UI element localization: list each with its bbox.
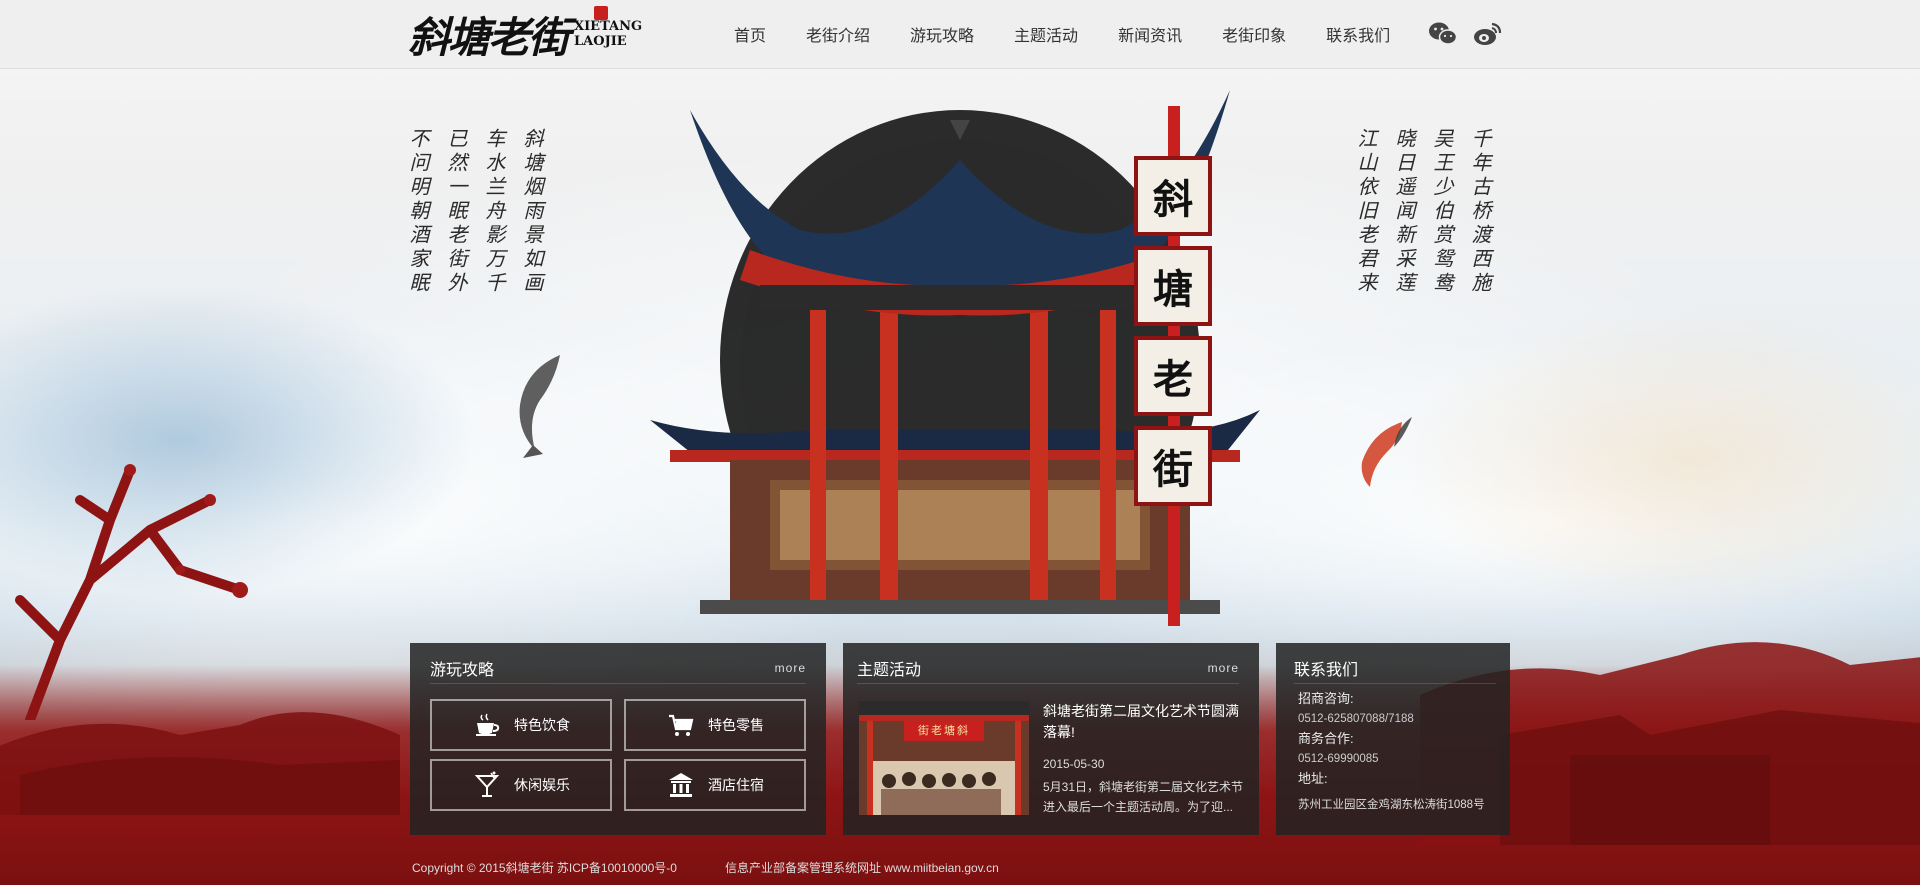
nav-item-impressions[interactable]: 老街印象 <box>1222 22 1286 46</box>
panel-header: 游玩攻略 more <box>430 653 806 684</box>
guide-panel: 游玩攻略 more 特色饮食 特色零售 休闲娱乐 酒店住宿 <box>410 643 826 835</box>
tile-food[interactable]: 特色饮食 <box>430 699 612 751</box>
street-sign-post: 斜 塘 老 街 <box>1134 106 1216 626</box>
logo-en-line1: XIETANG <box>574 19 643 34</box>
poem-line: 江山依旧老君来 <box>1354 128 1378 296</box>
more-link[interactable]: more <box>775 661 806 675</box>
social-links <box>1428 20 1502 48</box>
tile-label: 特色饮食 <box>514 717 570 733</box>
sign-box: 塘 <box>1134 246 1212 326</box>
sign-box: 斜 <box>1134 156 1212 236</box>
red-tree-branch <box>15 464 248 720</box>
panel-header: 联系我们 <box>1294 653 1496 684</box>
poem-line: 吴王少伯赏鸳鸯 <box>1430 128 1454 296</box>
tile-label: 酒店住宿 <box>708 777 764 793</box>
address-label: 地址: <box>1298 771 1328 786</box>
main-nav: 首页 老街介绍 游玩攻略 主题活动 新闻资讯 老街印象 联系我们 <box>714 0 1410 68</box>
event-thumbnail[interactable]: 街老塘斜 <box>859 701 1029 815</box>
sign-char: 老 <box>1153 356 1193 403</box>
panel-title: 游玩攻略 <box>430 662 495 679</box>
panel-title: 主题活动 <box>857 662 922 679</box>
nav-item-guide[interactable]: 游玩攻略 <box>910 22 974 46</box>
weibo-icon[interactable] <box>1472 20 1502 48</box>
contact-panel: 联系我们 招商咨询: 0512-625807088/7188 商务合作: 051… <box>1276 643 1510 835</box>
top-navigation-bar: 斜塘老街 XIETANG LAOJIE 首页 老街介绍 游玩攻略 主题活动 新闻… <box>0 0 1920 69</box>
cocktail-glass-icon <box>472 770 502 800</box>
nav-item-intro[interactable]: 老街介绍 <box>806 22 870 46</box>
sign-box: 老 <box>1134 336 1212 416</box>
red-fish-right <box>1361 417 1412 487</box>
poem-right: 千年古桥渡西施 吴王少伯赏鸳鸯 晓日遥闻新采莲 江山依旧老君来 <box>1354 128 1492 296</box>
logo-english: XIETANG LAOJIE <box>574 19 642 49</box>
nav-item-home[interactable]: 首页 <box>734 22 766 46</box>
sign-box: 街 <box>1134 426 1212 506</box>
sign-char: 塘 <box>1153 266 1193 313</box>
event-summary: 斜塘老街第二届文化艺术节圆满落幕! 2015-05-30 5月31日，斜塘老街第… <box>1043 701 1248 817</box>
poem-line: 车水兰舟影万千 <box>482 128 506 296</box>
tile-retail[interactable]: 特色零售 <box>624 699 806 751</box>
logo-en-line2: LAOJIE <box>574 34 627 49</box>
biz-label: 商务合作: <box>1298 731 1354 746</box>
invest-phone: 0512-625807088/7188 <box>1298 713 1414 725</box>
poem-line: 斜塘烟雨景如画 <box>520 128 544 296</box>
logo-chinese: 斜塘老街 <box>408 12 570 62</box>
coffee-cup-icon <box>472 710 502 740</box>
event-date: 2015-05-30 <box>1043 757 1105 771</box>
event-description: 5月31日，斜塘老街第二届文化艺术节进入最后一个主题活动周。为了迎... <box>1043 780 1244 814</box>
panel-title: 联系我们 <box>1294 662 1359 679</box>
shopping-cart-icon <box>666 710 696 740</box>
ink-fish-left <box>519 355 560 458</box>
nav-item-news[interactable]: 新闻资讯 <box>1118 22 1182 46</box>
more-link[interactable]: more <box>1208 661 1239 675</box>
event-headline[interactable]: 斜塘老街第二届文化艺术节圆满落幕! <box>1043 701 1248 743</box>
tile-label: 休闲娱乐 <box>514 777 570 793</box>
poem-line: 不问明朝酒家眠 <box>406 128 430 296</box>
sign-char: 街 <box>1153 446 1193 493</box>
biz-phone: 0512-69990085 <box>1298 753 1379 765</box>
wechat-icon[interactable] <box>1428 20 1458 48</box>
tile-label: 特色零售 <box>708 717 764 733</box>
tile-hotel[interactable]: 酒店住宿 <box>624 759 806 811</box>
event-panel: 主题活动 more 街老塘斜 斜塘老街第二届文化艺术节圆满落幕! 2015-05… <box>843 643 1259 835</box>
hotel-building-icon <box>666 770 696 800</box>
poem-line: 晓日遥闻新采莲 <box>1392 128 1416 296</box>
invest-label: 招商咨询: <box>1298 691 1354 706</box>
footer: Copyright © 2015斜塘老街 苏ICP备10010000号-0 信息… <box>412 859 999 876</box>
nav-item-contact[interactable]: 联系我们 <box>1326 22 1390 46</box>
poem-line: 千年古桥渡西施 <box>1468 128 1492 296</box>
copyright-text: Copyright © 2015斜塘老街 苏ICP备10010000号-0 <box>412 861 677 875</box>
site-logo[interactable]: 斜塘老街 XIETANG LAOJIE <box>408 6 642 62</box>
poem-line: 已然一眠老街外 <box>444 128 468 296</box>
ministry-link[interactable]: 信息产业部备案管理系统网址 www.miitbeian.gov.cn <box>725 859 999 876</box>
nav-item-events[interactable]: 主题活动 <box>1014 22 1078 46</box>
contact-details: 招商咨询: 0512-625807088/7188 商务合作: 0512-699… <box>1298 689 1500 815</box>
address-value: 苏州工业园区金鸡湖东松涛街1088号 <box>1298 799 1485 811</box>
thumbnail-sign-text: 街老塘斜 <box>918 724 970 737</box>
guide-tiles: 特色饮食 特色零售 休闲娱乐 酒店住宿 <box>430 699 806 811</box>
logo-seal-icon <box>594 6 608 20</box>
sign-char: 斜 <box>1153 176 1193 223</box>
tile-leisure[interactable]: 休闲娱乐 <box>430 759 612 811</box>
poem-left: 斜塘烟雨景如画 车水兰舟影万千 已然一眠老街外 不问明朝酒家眠 <box>406 128 544 296</box>
panel-header: 主题活动 more <box>857 653 1239 684</box>
